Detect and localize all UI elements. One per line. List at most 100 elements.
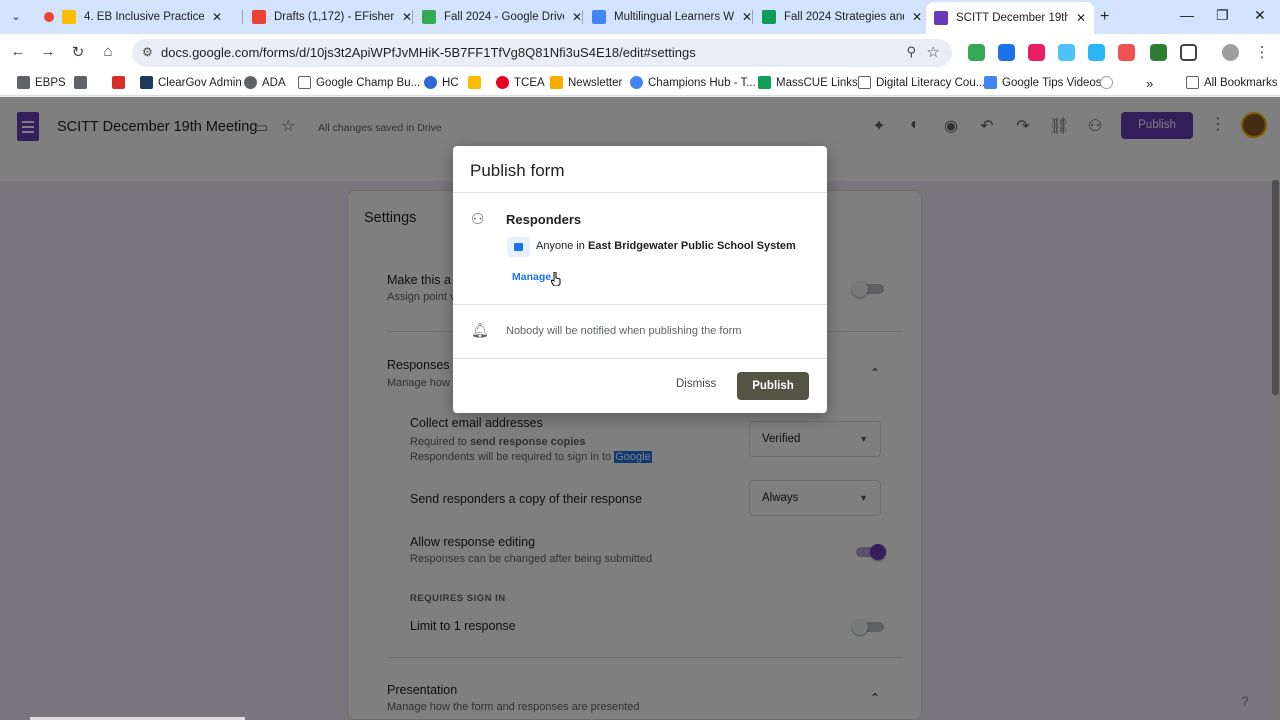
bookmark-item[interactable]: Google Tips Videos: [984, 76, 1102, 89]
docs-icon: [984, 76, 997, 89]
docs-icon: [592, 10, 606, 24]
divider: [453, 304, 827, 305]
tab-title: 4. EB Inclusive Practice Ac: [84, 11, 204, 23]
chrome-menu-icon[interactable]: ⋮: [1252, 43, 1272, 61]
bookmark-item[interactable]: [74, 76, 92, 89]
forward-arrow-icon[interactable]: →: [38, 43, 58, 60]
bookmark-item[interactable]: EBPS: [17, 76, 66, 89]
responders-label: Responders: [506, 212, 582, 227]
folder-icon: [858, 76, 871, 89]
browser-tab[interactable]: 4. EB Inclusive Practice Ac ✕: [36, 4, 230, 30]
restore-icon[interactable]: ❐: [1216, 7, 1229, 24]
gmail-icon: [252, 10, 266, 24]
cleargov-icon: [140, 76, 153, 89]
bell-icon: 🔔︎: [471, 322, 489, 338]
folder-icon: [1186, 76, 1199, 89]
site-icon: [112, 76, 125, 89]
sheets-icon: [758, 76, 771, 89]
divider: [453, 358, 827, 359]
tab-search-chevron-icon[interactable]: ⌄: [6, 7, 26, 27]
publish-button[interactable]: Publish: [737, 372, 809, 400]
bookmark-label: HC: [442, 76, 459, 89]
browser-tab-bar: ⌄ 4. EB Inclusive Practice Ac ✕ Drafts (…: [0, 0, 1280, 34]
reload-icon[interactable]: ↻: [68, 43, 88, 61]
manage-link[interactable]: Manage: [512, 271, 551, 283]
slides-icon: [62, 10, 76, 24]
extension-icon[interactable]: [1118, 44, 1135, 61]
bookmark-item[interactable]: Champions Hub - T...: [630, 76, 756, 89]
extension-icon[interactable]: [1058, 44, 1075, 61]
close-tab-icon[interactable]: ✕: [1076, 11, 1086, 25]
drive-icon: [468, 76, 481, 89]
new-tab-plus-icon[interactable]: +: [1100, 8, 1109, 26]
extension-icon[interactable]: [968, 44, 985, 61]
close-window-icon[interactable]: ✕: [1254, 7, 1266, 24]
extension-icon[interactable]: [1028, 44, 1045, 61]
add-person-icon: ⚇: [471, 211, 485, 228]
dialog-title: Publish form: [470, 161, 565, 180]
hand-cursor-icon: [551, 272, 561, 286]
browser-tab[interactable]: Drafts (1,172) - EFisher@c ✕: [244, 4, 420, 30]
bookmark-item[interactable]: Digital Literacy Cou...: [858, 76, 985, 89]
close-tab-icon[interactable]: ✕: [742, 10, 752, 24]
close-tab-icon[interactable]: ✕: [212, 10, 222, 24]
forms-icon: [934, 11, 948, 25]
bookmark-label: TCEA: [514, 76, 545, 89]
apps-grid-icon: [74, 76, 87, 89]
site-info-icon[interactable]: ⚙: [142, 45, 153, 59]
close-tab-icon[interactable]: ✕: [572, 10, 582, 24]
tab-separator: [242, 10, 243, 24]
bookmark-item[interactable]: TCEA: [496, 76, 545, 89]
bookmark-label: Digital Literacy Cou...: [876, 76, 986, 89]
bookmark-label: Google Tips Videos: [1002, 76, 1102, 89]
browser-toolbar: ← → ↻ ⌂ ⚙ docs.google.com/forms/d/10js3t…: [0, 34, 1280, 72]
bookmark-item[interactable]: MassCUE Links: [758, 76, 858, 89]
browser-tab[interactable]: Fall 2024 Strategies and T ✕: [754, 4, 930, 30]
bookmark-item[interactable]: HC: [424, 76, 459, 89]
minimize-icon[interactable]: —: [1180, 7, 1194, 23]
dismiss-button[interactable]: Dismiss: [676, 378, 716, 390]
bookmark-label: MassCUE Links: [776, 76, 858, 89]
bookmark-label: EBPS: [35, 76, 66, 89]
organization-name: East Bridgewater Public School System: [587, 240, 796, 252]
bookmark-star-icon[interactable]: ☆: [927, 43, 940, 61]
bookmark-label: Google Champ Bu...: [316, 76, 421, 89]
tab-separator: [582, 10, 583, 24]
bookmark-label: Newsletter: [568, 76, 623, 89]
bookmark-item[interactable]: ClearGov Admin: [140, 76, 242, 89]
bookmark-item[interactable]: Newsletter: [550, 76, 622, 89]
publish-form-dialog: Publish form ⚇ Responders Anyone in East…: [453, 146, 827, 413]
more-bookmarks-icon[interactable]: »: [1146, 76, 1153, 91]
home-icon[interactable]: ⌂: [98, 43, 118, 60]
bookmark-item[interactable]: ADA: [244, 76, 286, 89]
site-icon: [424, 76, 437, 89]
tab-title: Drafts (1,172) - EFisher@c: [274, 11, 394, 23]
tab-separator: [752, 10, 753, 24]
organization-icon: [507, 237, 530, 257]
profile-icon[interactable]: [1222, 44, 1239, 61]
back-arrow-icon[interactable]: ←: [8, 43, 28, 60]
zoom-icon[interactable]: ⚲: [906, 44, 916, 60]
bookmark-item[interactable]: [112, 76, 130, 89]
browser-tab[interactable]: Fall 2024 - Google Drive ✕: [414, 4, 590, 30]
google-icon: [630, 76, 643, 89]
pinterest-icon: [496, 76, 509, 89]
extension-icon[interactable]: [1150, 44, 1167, 61]
divider: [453, 192, 827, 193]
browser-tab[interactable]: Multilingual Learners Wo ✕: [584, 4, 760, 30]
url-text[interactable]: docs.google.com/forms/d/10js3t2ApiWPfJvM…: [161, 45, 696, 60]
extensions-puzzle-icon[interactable]: [1180, 44, 1197, 61]
all-bookmarks[interactable]: All Bookmarks: [1186, 76, 1278, 89]
browser-tab-active[interactable]: SCITT December 19th Me ✕: [926, 2, 1094, 34]
close-tab-icon[interactable]: ✕: [402, 10, 412, 24]
extension-icon[interactable]: [998, 44, 1015, 61]
bookmark-item[interactable]: Google Champ Bu...: [298, 76, 420, 89]
close-tab-icon[interactable]: ✕: [912, 10, 922, 24]
bookmark-item[interactable]: [468, 76, 486, 89]
drive-icon: [422, 10, 436, 24]
extension-icon[interactable]: [1088, 44, 1105, 61]
tab-title: Multilingual Learners Wo: [614, 11, 734, 23]
address-bar[interactable]: ⚙ docs.google.com/forms/d/10js3t2ApiWPfJ…: [132, 39, 952, 67]
bookmark-item[interactable]: [1100, 76, 1118, 89]
recording-icon: [44, 12, 54, 22]
